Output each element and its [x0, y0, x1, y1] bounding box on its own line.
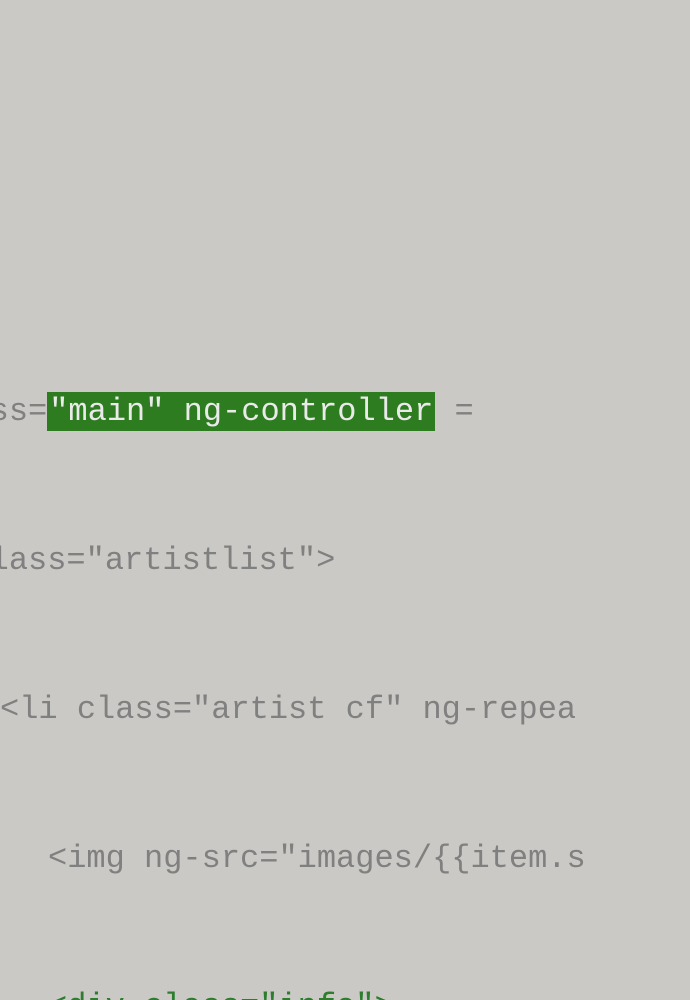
attr-class-div: class=: [144, 988, 259, 1000]
tag-close-bracket: >: [316, 542, 335, 579]
tag-div-open: <div: [48, 988, 144, 1000]
attr-class-li: class=: [77, 691, 192, 728]
text-equals: =: [435, 393, 473, 430]
attr-ng-src: ng-src=: [144, 840, 278, 877]
attr-class-ul: class=: [0, 542, 86, 579]
attr-value-info: "info": [259, 988, 374, 1000]
code-line-2: class="main" ng-controller =: [0, 387, 586, 437]
tag-close-bracket-div: >: [374, 988, 393, 1000]
attr-class: class=: [0, 393, 47, 430]
tag-li-open: <li: [0, 691, 77, 728]
code-line-3: l class="artistlist">: [0, 536, 586, 586]
highlighted-text: "main" ng-controller: [47, 392, 435, 431]
attr-value-artistlist: "artistlist": [86, 542, 316, 579]
attr-ng-repeat: ng-repea: [422, 691, 576, 728]
code-line-1: dy>: [0, 89, 586, 139]
code-line-5: <img ng-src="images/{{item.s: [48, 834, 586, 884]
code-block: dy> class="main" ng-controller = l class…: [0, 0, 586, 1000]
attr-value-images: "images/{{item.s: [278, 840, 585, 877]
tag-img-open: <img: [48, 840, 144, 877]
attr-value-artist-cf: "artist cf": [192, 691, 422, 728]
code-line-4: <li class="artist cf" ng-repea: [0, 685, 586, 735]
code-line-6: <div class="info">: [48, 982, 586, 1000]
